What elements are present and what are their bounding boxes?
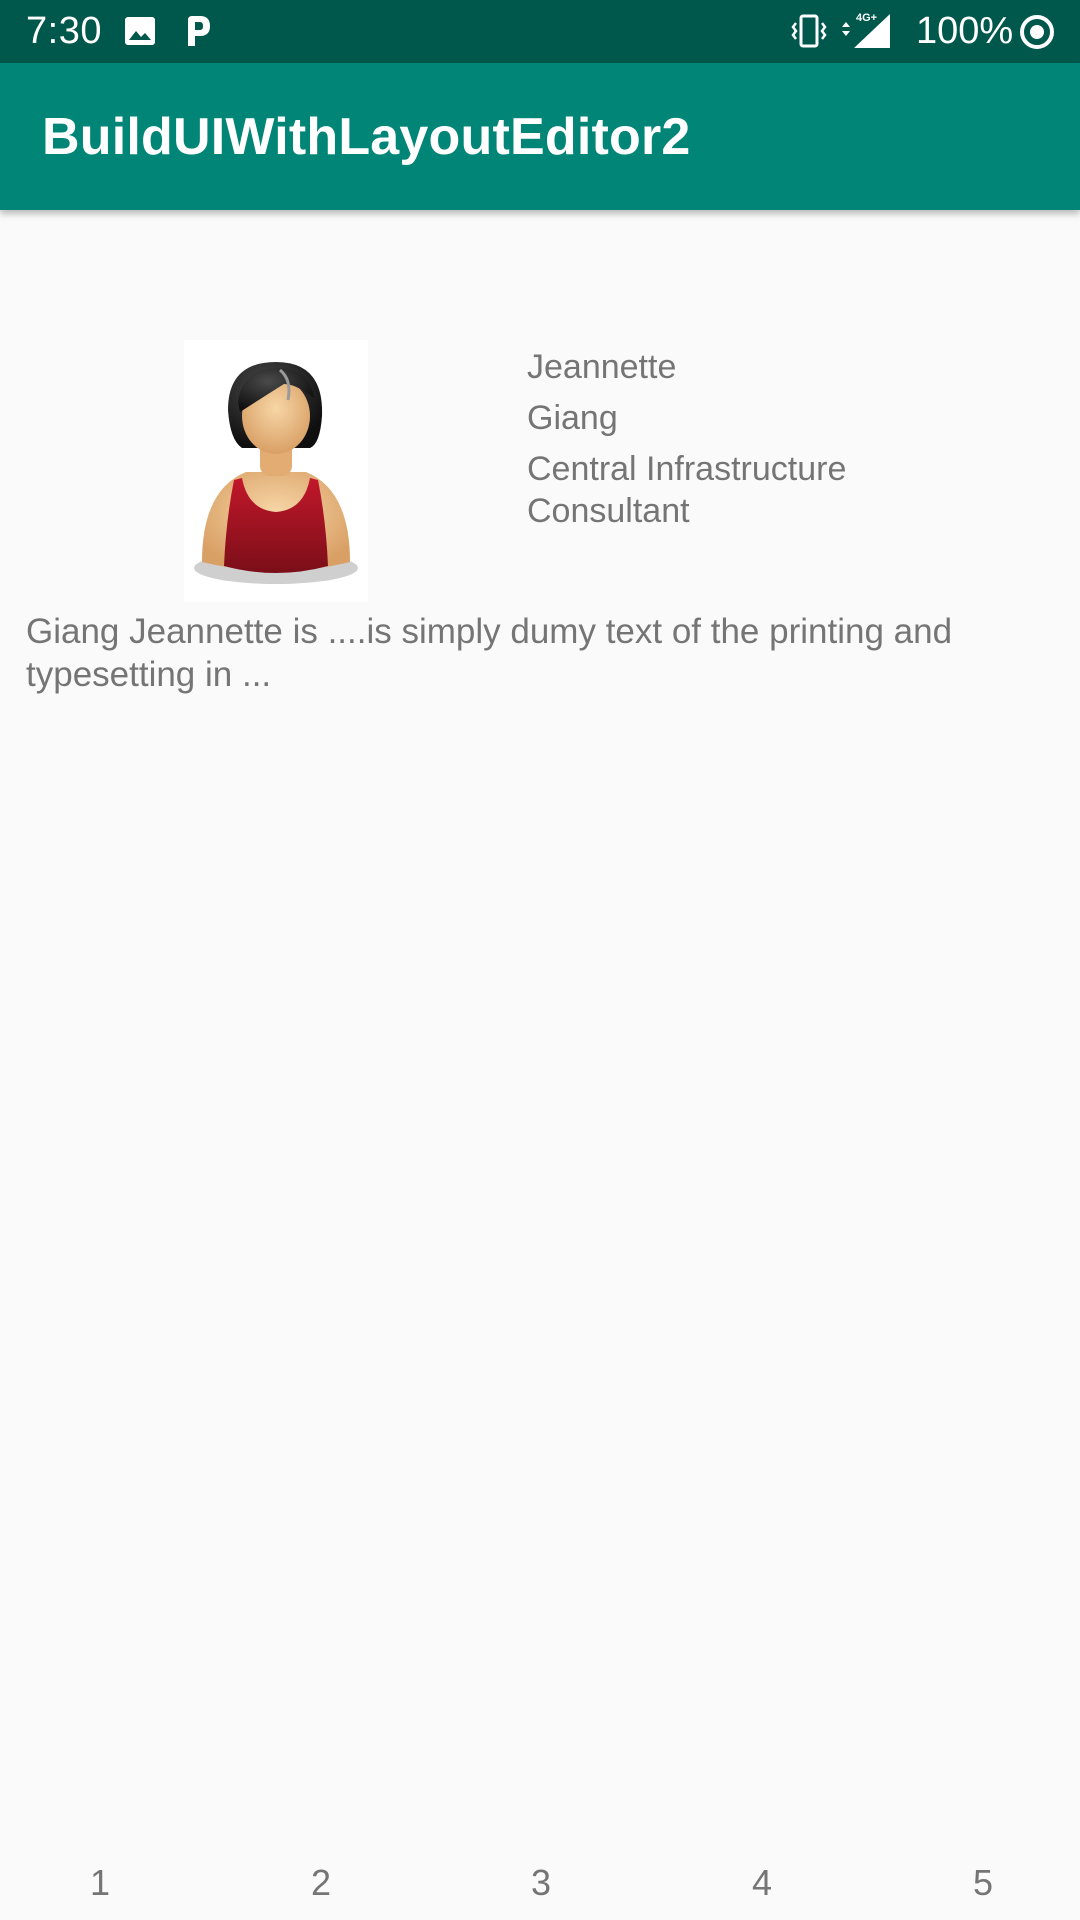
gallery-icon [124, 16, 156, 46]
battery-percent: 100% [916, 10, 1014, 52]
last-name: Giang [527, 399, 618, 437]
number-item-1[interactable]: 1 [60, 1858, 140, 1908]
job-title: Central Infrastructure Consultant [527, 450, 847, 530]
sync-icon [1018, 13, 1056, 51]
status-bar: 7:30 4G+ 100% [0, 0, 1080, 63]
p-icon [184, 14, 212, 48]
app-bar: BuildUIWithLayoutEditor2 [0, 63, 1080, 210]
number-item-2[interactable]: 2 [281, 1858, 361, 1908]
number-item-4[interactable]: 4 [722, 1858, 802, 1908]
person-avatar-image [194, 362, 358, 584]
first-name: Jeannette [527, 348, 677, 386]
bottom-number-bar: 1 2 3 4 5 [0, 1858, 1080, 1908]
number-item-5[interactable]: 5 [943, 1858, 1023, 1908]
network-type-label: 4G+ [856, 12, 877, 24]
signal-icon: 4G+ [840, 10, 896, 50]
vibrate-icon [790, 13, 828, 49]
profile-description: Giang Jeannette is ....is simply dumy te… [26, 612, 953, 694]
status-time: 7:30 [26, 10, 102, 52]
app-title: BuildUIWithLayoutEditor2 [42, 108, 691, 166]
avatar [184, 340, 368, 602]
number-item-3[interactable]: 3 [501, 1858, 581, 1908]
